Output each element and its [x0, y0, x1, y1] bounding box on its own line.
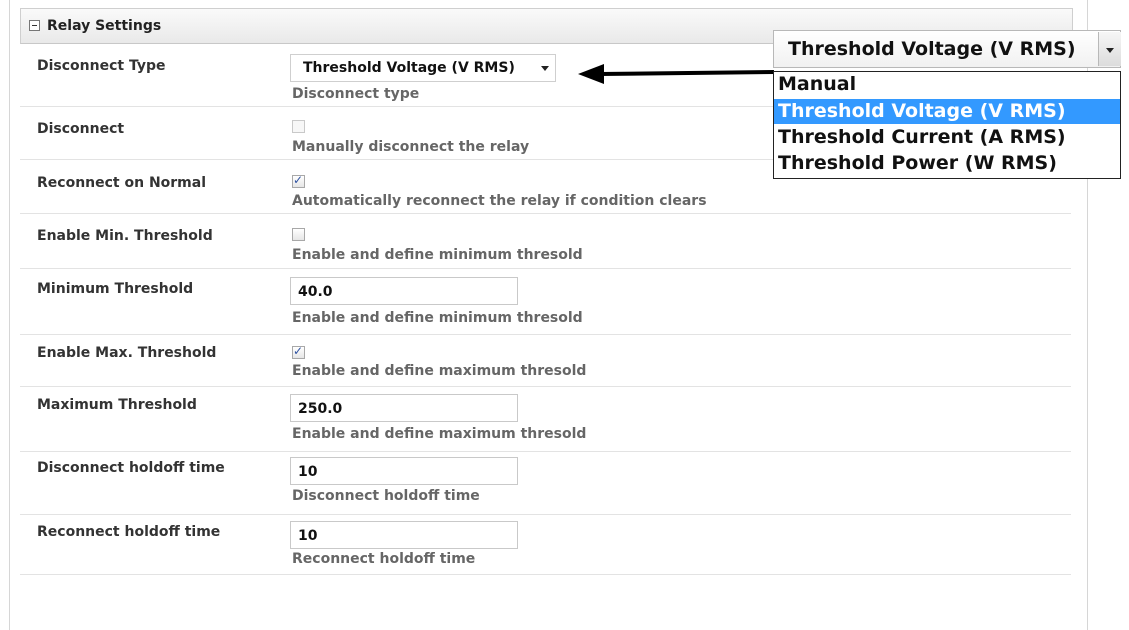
- option-threshold-current[interactable]: Threshold Current (A RMS): [774, 125, 1120, 150]
- check-icon: ✓: [293, 173, 304, 187]
- row-enable-min-threshold: Enable Min. Threshold Enable and define …: [20, 214, 1071, 269]
- dropdown-select-box[interactable]: Threshold Voltage (V RMS): [773, 30, 1121, 68]
- label-reconnect-holdoff: Reconnect holdoff time: [37, 524, 221, 540]
- label-enable-min-threshold: Enable Min. Threshold: [37, 228, 213, 244]
- label-minimum-threshold: Minimum Threshold: [37, 281, 194, 297]
- hint-enable-min-threshold: Enable and define minimum thresold: [292, 247, 583, 263]
- enable-max-threshold-checkbox[interactable]: ✓: [292, 344, 305, 359]
- label-maximum-threshold: Maximum Threshold: [37, 397, 197, 413]
- dropdown-selected-value: Threshold Voltage (V RMS): [788, 38, 1076, 60]
- hint-enable-max-threshold: Enable and define maximum thresold: [292, 363, 587, 379]
- label-reconnect-on-normal: Reconnect on Normal: [37, 175, 207, 191]
- hint-disconnect-holdoff: Disconnect holdoff time: [292, 488, 480, 504]
- dropdown-options-list: Manual Threshold Voltage (V RMS) Thresho…: [773, 71, 1121, 179]
- enable-min-threshold-checkbox[interactable]: [292, 228, 305, 241]
- hint-reconnect-on-normal: Automatically reconnect the relay if con…: [292, 193, 707, 209]
- row-reconnect-holdoff: Reconnect holdoff time 10 Reconnect hold…: [20, 515, 1071, 575]
- check-icon: ✓: [293, 344, 304, 358]
- left-arrow-icon: [578, 64, 774, 84]
- label-disconnect-holdoff: Disconnect holdoff time: [37, 460, 225, 476]
- row-minimum-threshold: Minimum Threshold 40.0 Enable and define…: [20, 269, 1071, 335]
- chevron-down-icon: [541, 66, 549, 71]
- row-enable-max-threshold: Enable Max. Threshold ✓ Enable and defin…: [20, 335, 1071, 387]
- hint-disconnect: Manually disconnect the relay: [292, 139, 530, 155]
- hint-minimum-threshold: Enable and define minimum thresold: [292, 310, 583, 326]
- row-disconnect-holdoff: Disconnect holdoff time 10 Disconnect ho…: [20, 452, 1071, 515]
- disconnect-type-select[interactable]: Threshold Voltage (V RMS): [290, 54, 556, 82]
- disconnect-type-dropdown-callout: Threshold Voltage (V RMS) Manual Thresho…: [773, 30, 1121, 180]
- row-maximum-threshold: Maximum Threshold 250.0 Enable and defin…: [20, 387, 1071, 452]
- label-enable-max-threshold: Enable Max. Threshold: [37, 345, 217, 361]
- option-manual[interactable]: Manual: [774, 72, 1120, 97]
- reconnect-holdoff-value: 10: [298, 528, 318, 544]
- minimum-threshold-input[interactable]: 40.0: [290, 277, 518, 305]
- hint-reconnect-holdoff: Reconnect holdoff time: [292, 551, 476, 567]
- disconnect-holdoff-input[interactable]: 10: [290, 457, 518, 485]
- label-disconnect: Disconnect: [37, 121, 125, 137]
- collapse-icon[interactable]: [29, 20, 40, 31]
- option-threshold-power[interactable]: Threshold Power (W RMS): [774, 151, 1120, 176]
- reconnect-holdoff-input[interactable]: 10: [290, 521, 518, 549]
- hint-maximum-threshold: Enable and define maximum thresold: [292, 426, 587, 442]
- option-threshold-voltage[interactable]: Threshold Voltage (V RMS): [774, 99, 1120, 124]
- minimum-threshold-value: 40.0: [298, 284, 333, 300]
- disconnect-holdoff-value: 10: [298, 464, 318, 480]
- disconnect-type-value: Threshold Voltage (V RMS): [303, 60, 515, 76]
- disconnect-checkbox[interactable]: [292, 120, 305, 133]
- chevron-down-icon[interactable]: [1098, 32, 1121, 66]
- maximum-threshold-value: 250.0: [298, 401, 343, 417]
- hint-disconnect-type: Disconnect type: [292, 86, 420, 102]
- reconnect-on-normal-checkbox[interactable]: ✓: [292, 173, 305, 188]
- section-title: Relay Settings: [47, 18, 162, 34]
- label-disconnect-type: Disconnect Type: [37, 58, 166, 74]
- maximum-threshold-input[interactable]: 250.0: [290, 394, 518, 422]
